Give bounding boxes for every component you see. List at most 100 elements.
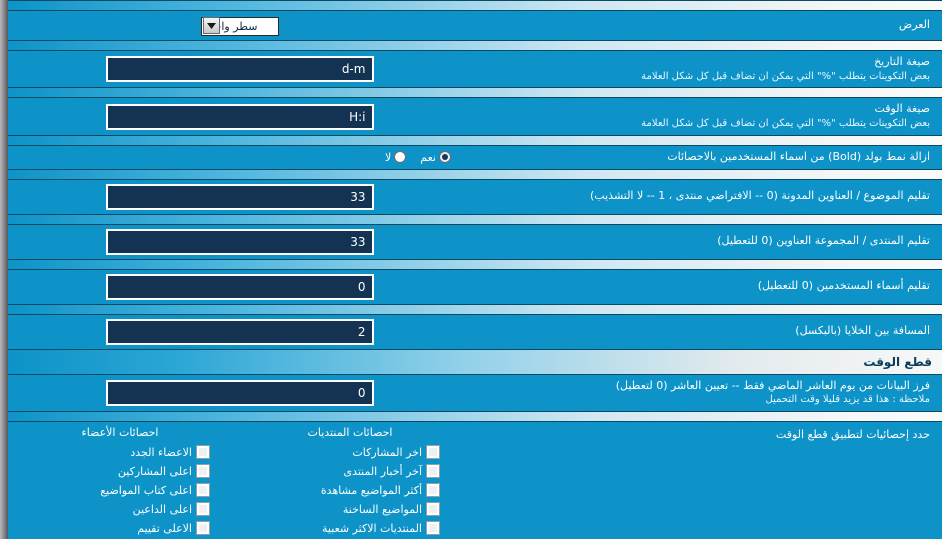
checkbox-label: الاعضاء الجدد bbox=[130, 445, 192, 459]
date-format-input[interactable] bbox=[105, 56, 374, 83]
checkbox-label: المواضيع الساخنة bbox=[342, 502, 422, 516]
setting-description: بعض التكوينات يتطلب "%" التي يمكن ان تضا… bbox=[641, 70, 930, 82]
radio-button-no[interactable] bbox=[394, 151, 407, 164]
setting-row-display-mode: العرض سطر واحد bbox=[8, 11, 942, 40]
checkbox-item[interactable]: اخر المشاركات bbox=[235, 443, 465, 462]
checkbox-box[interactable] bbox=[426, 464, 440, 479]
row-separator bbox=[8, 410, 942, 422]
setting-row-time-cutoff-days: فرز البيانات من يوم العاشر الماضي فقط --… bbox=[8, 374, 942, 411]
row-separator bbox=[8, 134, 942, 146]
checkbox-box[interactable] bbox=[426, 502, 440, 517]
setting-control-container bbox=[14, 228, 465, 255]
trim-usernames-input[interactable] bbox=[105, 273, 374, 300]
cell-spacing-input[interactable] bbox=[105, 318, 374, 345]
checkbox-item[interactable]: اعلى المشاركين bbox=[5, 462, 235, 481]
checkbox-column-forum-stats: احصائات المنتديات اخر المشاركات آخر أخبا… bbox=[235, 426, 465, 539]
setting-control-container bbox=[14, 183, 465, 210]
setting-description: ملاحظة : هذا قد يزيد قليلا وقت التحميل bbox=[765, 394, 930, 406]
checkbox-section-label-container: حدد إحصائيات لتطبيق قطع الوقت bbox=[465, 426, 934, 441]
radio-option-no[interactable]: لا bbox=[385, 150, 407, 164]
setting-label-container: صيغة الوقت بعض التكوينات يتطلب "%" التي … bbox=[465, 102, 934, 130]
setting-label-container: العرض bbox=[465, 18, 934, 33]
checkbox-column-member-stats: احصائات الأعضاء الاعضاء الجدد اعلى المشا… bbox=[5, 426, 235, 539]
setting-description: بعض التكوينات يتطلب "%" التي يمكن ان تضا… bbox=[641, 118, 930, 130]
checkbox-column-heading: احصائات الأعضاء bbox=[81, 425, 159, 439]
trim-thread-blog-titles-input[interactable] bbox=[105, 183, 374, 210]
setting-label-container: تقليم الموضوع / العناوين المدونة (0 -- ا… bbox=[465, 189, 934, 204]
setting-control-container bbox=[14, 318, 465, 345]
checkbox-column-heading: احصائات المنتديات bbox=[307, 425, 393, 439]
left-scrollbar-strip[interactable] bbox=[0, 0, 8, 539]
checkbox-item[interactable]: آخر أخبار المنتدى bbox=[235, 462, 465, 481]
row-separator bbox=[8, 258, 942, 270]
section-header-time-cutoff: قطع الوقت bbox=[8, 348, 942, 375]
setting-label-container: تقليم المنتدى / المجموعة العناوين (0 للت… bbox=[465, 234, 934, 249]
setting-label-container: تقليم أسماء المستخدمين (0 للتعطيل) bbox=[465, 279, 934, 294]
checkbox-item[interactable]: المنتديات الاكثر شعبية bbox=[235, 519, 465, 538]
setting-row-cell-spacing: المسافة بين الخلايا (بالبكسل) bbox=[8, 314, 942, 349]
setting-label-container: صيغة التاريخ بعض التكوينات يتطلب "%" الت… bbox=[465, 55, 934, 83]
setting-label-container: ازالة نمط بولد (Bold) من اسماء المستخدمي… bbox=[465, 150, 934, 165]
setting-label: ازالة نمط بولد (Bold) من اسماء المستخدمي… bbox=[667, 149, 930, 163]
checkbox-item[interactable]: اعلى الداعين bbox=[5, 500, 235, 519]
time-cutoff-days-input[interactable] bbox=[105, 379, 374, 406]
setting-control-container bbox=[14, 379, 465, 406]
checkbox-label: المنتديات الاكثر شعبية bbox=[322, 521, 422, 535]
setting-label: صيغة التاريخ bbox=[874, 55, 930, 68]
setting-control-container bbox=[14, 103, 465, 130]
row-separator bbox=[8, 303, 942, 315]
setting-label: المسافة بين الخلايا (بالبكسل) bbox=[795, 324, 930, 338]
checkbox-box[interactable] bbox=[196, 445, 210, 460]
radio-label-no: لا bbox=[385, 150, 392, 164]
setting-row-trim-thread-blog-titles: تقليم الموضوع / العناوين المدونة (0 -- ا… bbox=[8, 179, 942, 214]
section-title: قطع الوقت bbox=[863, 354, 932, 369]
remove-bold-radio-group: نعم لا bbox=[14, 151, 465, 164]
checkbox-box[interactable] bbox=[426, 483, 440, 498]
checkbox-label: اخر المشاركات bbox=[352, 445, 422, 459]
time-format-input[interactable] bbox=[105, 103, 374, 130]
setting-control-container: سطر واحد bbox=[14, 15, 465, 36]
setting-label-container: المسافة بين الخلايا (بالبكسل) bbox=[465, 324, 934, 339]
trim-forum-group-titles-input[interactable] bbox=[105, 228, 374, 255]
row-separator bbox=[8, 168, 942, 180]
checkbox-box[interactable] bbox=[196, 521, 210, 536]
setting-control-container: نعم لا bbox=[14, 151, 465, 164]
checkbox-item[interactable]: المواضيع الساخنة bbox=[235, 500, 465, 519]
setting-label: فرز البيانات من يوم العاشر الماضي فقط --… bbox=[615, 378, 930, 392]
checkbox-label: أكثر المواضيع مشاهدة bbox=[320, 483, 422, 497]
settings-page: العرض سطر واحد صيغة التاريخ بعض التكوينا… bbox=[0, 0, 942, 539]
setting-label: العرض bbox=[898, 18, 930, 32]
checkbox-box[interactable] bbox=[196, 464, 210, 479]
row-separator bbox=[8, 40, 942, 51]
setting-row-trim-usernames: تقليم أسماء المستخدمين (0 للتعطيل) bbox=[8, 269, 942, 304]
checkbox-item[interactable]: الاعلى تقييم bbox=[5, 519, 235, 538]
row-separator bbox=[8, 0, 942, 11]
checkbox-item[interactable]: اعلى كتاب المواضيع bbox=[5, 481, 235, 500]
display-mode-select[interactable]: سطر واحد bbox=[200, 17, 279, 36]
settings-rows: العرض سطر واحد صيغة التاريخ بعض التكوينا… bbox=[8, 0, 942, 539]
checkbox-section: حدد إحصائيات لتطبيق قطع الوقت احصائات ال… bbox=[5, 421, 942, 539]
setting-label-container: فرز البيانات من يوم العاشر الماضي فقط --… bbox=[465, 379, 934, 407]
setting-control-container bbox=[14, 56, 465, 83]
checkbox-box[interactable] bbox=[196, 483, 210, 498]
display-mode-select-wrapper: سطر واحد bbox=[200, 15, 279, 36]
setting-label: تقليم المنتدى / المجموعة العناوين (0 للت… bbox=[717, 234, 930, 248]
row-separator bbox=[8, 87, 942, 99]
setting-label: تقليم الموضوع / العناوين المدونة (0 -- ا… bbox=[590, 189, 930, 203]
setting-label: صيغة الوقت bbox=[874, 102, 930, 116]
setting-row-trim-forum-group-titles: تقليم المنتدى / المجموعة العناوين (0 للت… bbox=[8, 224, 942, 259]
checkbox-item[interactable]: الاعضاء الجدد bbox=[5, 443, 235, 462]
checkbox-section-label: حدد إحصائيات لتطبيق قطع الوقت bbox=[775, 427, 930, 441]
setting-row-remove-bold-style: ازالة نمط بولد (Bold) من اسماء المستخدمي… bbox=[8, 145, 942, 169]
setting-row-time-format: صيغة الوقت بعض التكوينات يتطلب "%" التي … bbox=[8, 98, 942, 135]
checkbox-label: اعلى المشاركين bbox=[117, 464, 192, 478]
radio-button-yes[interactable] bbox=[439, 151, 451, 164]
checkbox-box[interactable] bbox=[426, 521, 440, 536]
radio-label-yes: نعم bbox=[420, 150, 436, 164]
checkbox-label: اعلى الداعين bbox=[132, 502, 192, 516]
checkbox-box[interactable] bbox=[196, 502, 210, 517]
checkbox-label: الاعلى تقييم bbox=[137, 521, 192, 535]
checkbox-box[interactable] bbox=[426, 445, 440, 460]
checkbox-item[interactable]: أكثر المواضيع مشاهدة bbox=[235, 481, 465, 500]
radio-option-yes[interactable]: نعم bbox=[420, 151, 451, 164]
